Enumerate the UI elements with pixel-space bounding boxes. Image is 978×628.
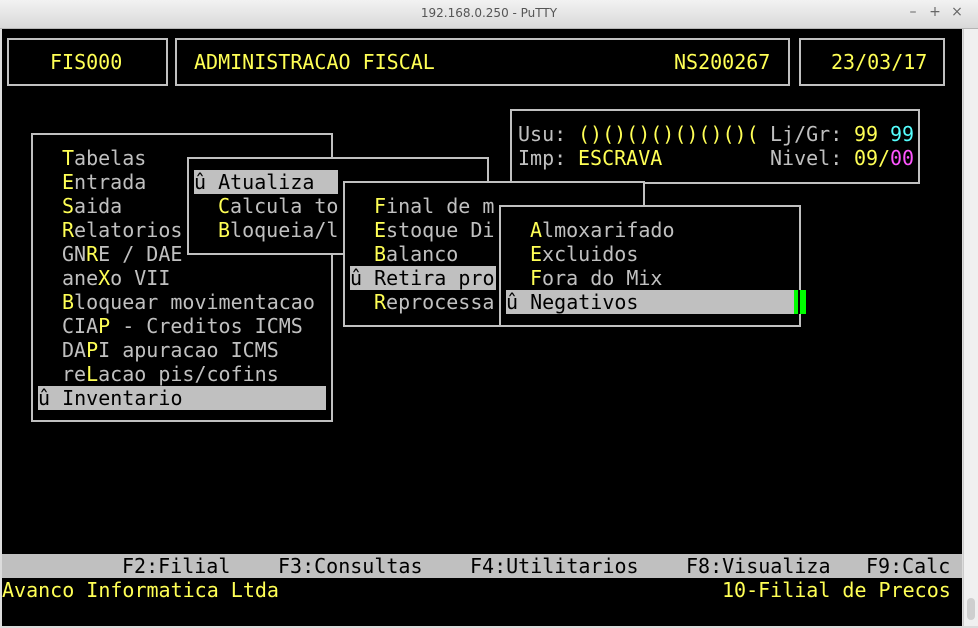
branch-name: 10-Filial de Precos bbox=[722, 578, 951, 602]
system-title: ADMINISTRACAO FISCAL bbox=[194, 50, 435, 74]
nivel-value: 09 bbox=[854, 146, 879, 170]
program-code: FIS000 bbox=[50, 50, 123, 74]
nivel-separator: / bbox=[878, 146, 891, 170]
fkey-f3[interactable]: F3:Consultas bbox=[278, 554, 423, 578]
menu-item-fora-do-mix[interactable]: Fora do Mix bbox=[530, 266, 662, 290]
imp-value: ESCRAVA bbox=[578, 146, 663, 170]
cursor-gap bbox=[798, 290, 800, 314]
menu-item-estoque[interactable]: Estoque Di bbox=[374, 218, 494, 242]
menu-item-tabelas[interactable]: Tabelas bbox=[62, 146, 146, 170]
usu-value: ()()()()()()()( bbox=[578, 122, 759, 146]
menu-item-relatorios[interactable]: Relatorios bbox=[62, 218, 182, 242]
scrollbar[interactable] bbox=[963, 29, 978, 626]
menu-item-saida[interactable]: Saida bbox=[62, 194, 122, 218]
fkey-f2[interactable]: F2:Filial bbox=[122, 554, 230, 578]
menu-item-atualiza[interactable]: û Atualiza bbox=[194, 170, 314, 194]
company-name: Avanco Informatica Ltda bbox=[2, 578, 279, 602]
menu-item-balanco[interactable]: Balanco bbox=[374, 242, 458, 266]
menu-item-excluidos[interactable]: Excluidos bbox=[530, 242, 638, 266]
fkey-f4[interactable]: F4:Utilitarios bbox=[470, 554, 639, 578]
window-titlebar: 192.168.0.250 - PuTTY – + × bbox=[0, 0, 978, 29]
loja-value: 99 bbox=[854, 122, 879, 146]
minimize-icon[interactable]: – bbox=[904, 4, 922, 20]
menu-item-ciap[interactable]: CIAP - Creditos ICMS bbox=[62, 314, 303, 338]
menu-item-gnre[interactable]: GNRE / DAE bbox=[62, 242, 182, 266]
menu-item-bloqueia[interactable]: Bloqueia/l bbox=[218, 218, 338, 242]
menu-item-entrada[interactable]: Entrada bbox=[62, 170, 146, 194]
serial-number: NS200267 bbox=[674, 50, 771, 74]
menu-item-dapi[interactable]: DAPI apuracao ICMS bbox=[62, 338, 279, 362]
fkey-f9[interactable]: F9:Calc bbox=[866, 554, 950, 578]
menu-item-final[interactable]: Final de m bbox=[374, 194, 494, 218]
menu-item-reprocessa[interactable]: Reprocessa bbox=[374, 290, 494, 314]
menu-item-calcula[interactable]: Calcula to bbox=[218, 194, 338, 218]
usu-label: Usu: bbox=[518, 122, 567, 146]
terminal-cursor bbox=[794, 290, 806, 314]
fkey-f8[interactable]: F8:Visualiza bbox=[686, 554, 831, 578]
window-title: 192.168.0.250 - PuTTY bbox=[420, 6, 558, 20]
menu-item-almoxarifado[interactable]: Almoxarifado bbox=[530, 218, 675, 242]
grupo-value: 99 bbox=[890, 122, 915, 146]
menu-item-relacao[interactable]: reLacao pis/cofins bbox=[62, 362, 279, 386]
nivel-sub-value: 00 bbox=[890, 146, 915, 170]
scrollbar-thumb[interactable] bbox=[967, 598, 975, 620]
maximize-icon[interactable]: + bbox=[926, 4, 944, 20]
menu-item-inventario[interactable]: û Inventario bbox=[38, 386, 183, 410]
terminal-screen[interactable]: FIS000 ADMINISTRACAO FISCAL NS200267 23/… bbox=[2, 29, 962, 626]
menu-item-negativos[interactable]: û Negativos bbox=[506, 290, 638, 314]
menu-item-anexo[interactable]: aneXo VII bbox=[62, 266, 170, 290]
nivel-label: Nivel: bbox=[770, 146, 843, 170]
imp-label: Imp: bbox=[518, 146, 567, 170]
menu-item-retira[interactable]: û Retira pro bbox=[350, 266, 495, 290]
close-icon[interactable]: × bbox=[948, 4, 966, 20]
ljgr-label: Lj/Gr: bbox=[770, 122, 843, 146]
menu-item-bloquear[interactable]: Bloquear movimentacao bbox=[62, 290, 315, 314]
system-date: 23/03/17 bbox=[831, 50, 928, 74]
